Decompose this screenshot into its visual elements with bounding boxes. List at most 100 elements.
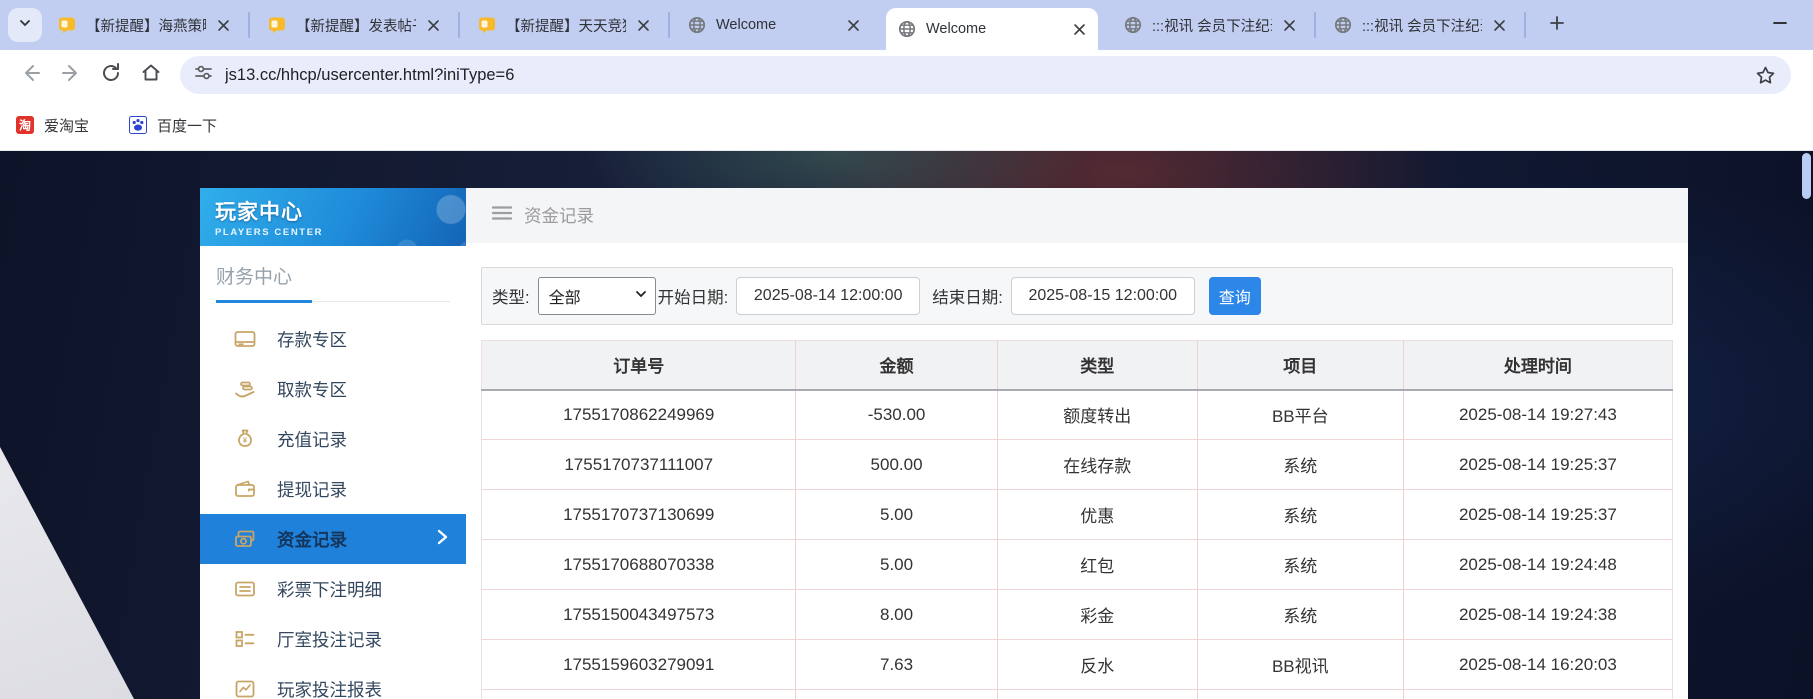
table-cell: -530.00 (796, 390, 997, 440)
table-cell: BB平台 (1197, 390, 1403, 440)
main-header: 资金记录 (466, 188, 1688, 243)
end-date-input[interactable]: 2025-08-15 12:00:00 (1011, 277, 1195, 315)
forward-button[interactable] (54, 58, 88, 92)
page-scrollbar-thumb[interactable] (1802, 153, 1811, 199)
column-header: 订单号 (482, 341, 796, 390)
back-button[interactable] (14, 58, 48, 92)
table-cell (1197, 690, 1403, 699)
browser-tab[interactable]: Welcome (886, 8, 1098, 50)
close-icon[interactable] (214, 16, 232, 34)
sidebar-item-deposit-card[interactable]: 存款专区 (200, 314, 466, 364)
browser-tab[interactable]: :::视讯 会员下注纪录 (1112, 0, 1308, 50)
sidebar-item-grid-list[interactable]: 厅室投注记录 (200, 614, 466, 664)
minimize-button[interactable] (1765, 10, 1795, 40)
browser-tab[interactable]: 【新提醒】发表帖子 (256, 0, 452, 50)
baidu-icon (129, 116, 147, 134)
background-wedge-decoration (0, 447, 134, 699)
sidebar-item-cash[interactable]: 资金记录 (200, 514, 466, 564)
browser-tab[interactable]: 【新提醒】天天竞猜 (466, 0, 662, 50)
type-select[interactable]: 全部 (538, 277, 656, 315)
page-title: 资金记录 (524, 203, 594, 228)
table-cell: 1755170737130699 (482, 490, 796, 540)
main-panel: 资金记录 类型: 全部 开始日期: 2025-08-14 12:00:00 结束… (466, 188, 1688, 699)
tab-title: 【新提醒】海燕策略 (86, 15, 206, 36)
tune-icon[interactable] (194, 63, 213, 87)
globe-icon (1334, 16, 1352, 34)
filter-bar: 类型: 全部 开始日期: 2025-08-14 12:00:00 结束日期: 2… (481, 267, 1673, 325)
table-cell (997, 690, 1197, 699)
close-icon[interactable] (424, 16, 442, 34)
chevron-right-icon (437, 529, 448, 550)
close-icon[interactable] (1280, 16, 1298, 34)
sidebar: 玩家中心 PLAYERS CENTER 财务中心 存款专区取款专区 ¥ 充值记录提现… (200, 188, 466, 699)
sidebar-item-moneybag[interactable]: ¥ 充值记录 (200, 414, 466, 464)
browser-tab[interactable]: :::视讯 会员下注纪录 (1322, 0, 1518, 50)
query-button[interactable]: 查询 (1209, 277, 1261, 315)
sidebar-item-label: 提现记录 (277, 477, 347, 502)
table-cell: 在线存款 (997, 440, 1197, 490)
bookmark-item[interactable]: 百度一下 (129, 115, 217, 136)
sidebar-section-title: 财务中心 (216, 262, 450, 289)
reload-icon (100, 62, 122, 89)
bookmark-label: 百度一下 (157, 115, 217, 136)
sidebar-item-label: 资金记录 (277, 527, 347, 552)
close-icon[interactable] (1070, 20, 1088, 38)
browser-window: 【新提醒】海燕策略 【新提醒】发表帖子【新提醒】天天竞猜 Welcome Welcom… (0, 0, 1813, 699)
table-cell: 优惠 (997, 490, 1197, 540)
home-button[interactable] (134, 58, 168, 92)
report-chart-icon (233, 677, 257, 699)
table-cell (482, 690, 796, 699)
browser-tab[interactable]: 【新提醒】海燕策略 (46, 0, 242, 50)
table-cell: 7.63 (796, 640, 997, 690)
table-cell: 2025-08-14 16:20:03 (1403, 640, 1672, 690)
tab-separator (1524, 12, 1526, 38)
forward-arrow-icon (60, 62, 82, 89)
table-cell: 额度转出 (997, 390, 1197, 440)
address-bar[interactable]: js13.cc/hhcp/usercenter.html?iniType=6 (180, 56, 1791, 94)
svg-text:¥: ¥ (243, 436, 248, 445)
tab-search-button[interactable] (8, 8, 42, 42)
table-cell: 红包 (997, 540, 1197, 590)
sidebar-header: 玩家中心 PLAYERS CENTER (200, 188, 466, 246)
message-icon (268, 16, 286, 34)
back-arrow-icon (20, 62, 42, 89)
table-cell: BB视讯 (1197, 640, 1403, 690)
table-row: 1755170737111007500.00在线存款系统2025-08-14 1… (482, 440, 1673, 490)
close-icon[interactable] (844, 16, 862, 34)
table-cell: 系统 (1197, 540, 1403, 590)
bookmark-star-button[interactable] (1753, 63, 1777, 87)
reload-button[interactable] (94, 58, 128, 92)
globe-icon (1124, 16, 1142, 34)
table-cell: 2025-08-14 19:24:38 (1403, 590, 1672, 640)
tab-strip: 【新提醒】海燕策略 【新提醒】发表帖子【新提醒】天天竞猜 Welcome Welcom… (46, 0, 1532, 50)
start-date-input[interactable]: 2025-08-14 12:00:00 (736, 277, 920, 315)
home-icon (140, 62, 162, 89)
table-cell: 1755159603279091 (482, 640, 796, 690)
table-row: 17551596032790917.63反水BB视讯2025-08-14 16:… (482, 640, 1673, 690)
funds-record-table: 订单号金额类型项目处理时间 1755170862249969-530.00额度转… (481, 340, 1673, 699)
column-header: 金额 (796, 341, 997, 390)
sidebar-item-list[interactable]: 彩票下注明细 (200, 564, 466, 614)
table-cell: 1755170688070338 (482, 540, 796, 590)
type-select-value: 全部 (549, 284, 635, 308)
close-icon[interactable] (634, 16, 652, 34)
table-cell (1403, 690, 1672, 699)
moneybag-icon: ¥ (233, 427, 257, 451)
url-text[interactable]: js13.cc/hhcp/usercenter.html?iniType=6 (225, 66, 1753, 85)
sidebar-item-report-chart[interactable]: 玩家投注报表 (200, 664, 466, 699)
withdraw-hand-icon (233, 377, 257, 401)
sidebar-item-label: 彩票下注明细 (277, 577, 382, 602)
sidebar-item-withdraw-hand[interactable]: 取款专区 (200, 364, 466, 414)
bookmark-item[interactable]: 淘爱淘宝 (16, 115, 89, 136)
table-cell: 反水 (997, 640, 1197, 690)
svg-text:淘: 淘 (19, 118, 31, 133)
close-icon[interactable] (1490, 16, 1508, 34)
table-row: 17551500434975738.00彩金系统2025-08-14 19:24… (482, 590, 1673, 640)
sidebar-item-wallet[interactable]: 提现记录 (200, 464, 466, 514)
new-tab-button[interactable] (1542, 10, 1572, 40)
table-cell: 5.00 (796, 490, 997, 540)
table-cell: 1755150043497573 (482, 590, 796, 640)
sidebar-item-label: 充值记录 (277, 427, 347, 452)
column-header: 处理时间 (1403, 341, 1672, 390)
browser-tab[interactable]: Welcome (676, 0, 872, 50)
